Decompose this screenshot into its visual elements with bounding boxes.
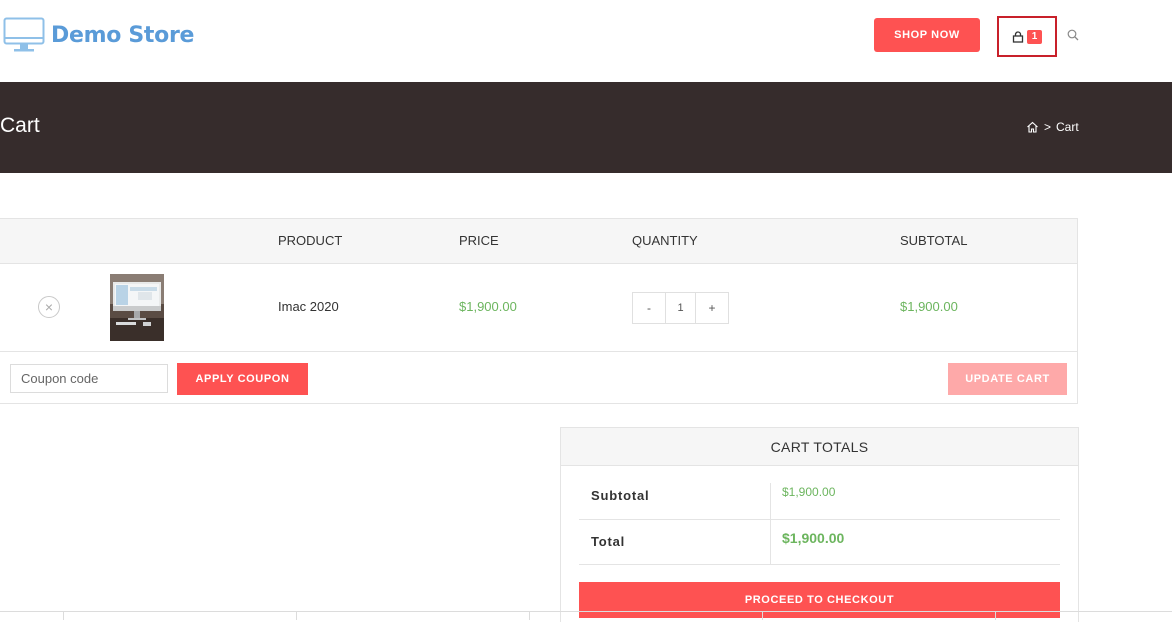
cart-count-badge: 1 [1026, 29, 1043, 44]
column-header-subtotal: SUBTOTAL [900, 233, 968, 248]
column-header-product: PRODUCT [278, 233, 343, 248]
cart-totals: CART TOTALS Subtotal $1,900.00 Total $1,… [560, 427, 1079, 622]
product-name[interactable]: Imac 2020 [278, 299, 339, 314]
divider [770, 483, 771, 519]
cart-table-header: PRODUCT PRICE QUANTITY SUBTOTAL [0, 219, 1077, 264]
product-price: $1,900.00 [459, 299, 517, 314]
footer-tick [762, 612, 763, 620]
site-logo[interactable]: Demo Store [3, 17, 194, 53]
product-subtotal: $1,900.00 [900, 299, 958, 314]
total-row: Total $1,900.00 [579, 520, 1060, 565]
quantity-increase-button[interactable]: + [696, 293, 728, 323]
quantity-input[interactable]: 1 [665, 293, 696, 323]
header-cart-button[interactable]: 1 [997, 16, 1057, 57]
remove-icon[interactable]: × [38, 296, 60, 318]
footer-tick [63, 612, 64, 620]
shopping-bag-icon [1012, 30, 1023, 43]
page-title: Cart [0, 114, 40, 137]
page-title-bar: Cart > Cart [0, 82, 1172, 173]
breadcrumb-separator: > [1044, 120, 1052, 134]
cart-totals-title: CART TOTALS [561, 428, 1078, 466]
coupon-code-input[interactable] [10, 364, 168, 393]
footer-tick [296, 612, 297, 620]
quantity-stepper: - 1 + [632, 292, 729, 324]
footer-tick [995, 612, 996, 620]
home-icon[interactable] [1026, 121, 1039, 133]
site-header: Demo Store SHOP NOW 1 [0, 0, 1172, 82]
search-icon[interactable] [1067, 29, 1079, 41]
total-label: Total [591, 534, 626, 549]
proceed-to-checkout-button[interactable]: PROCEED TO CHECKOUT [579, 582, 1060, 618]
breadcrumb-current: Cart [1056, 120, 1079, 134]
shop-now-button[interactable]: SHOP NOW [874, 18, 980, 52]
table-row: × Imac 2020 $1,900.00 - 1 + $1,900.00 [0, 264, 1077, 352]
subtotal-row: Subtotal $1,900.00 [579, 475, 1060, 520]
column-header-price: PRICE [459, 233, 499, 248]
footer-divider [0, 611, 1172, 612]
subtotal-label: Subtotal [591, 488, 650, 503]
monitor-logo-icon [3, 17, 45, 52]
apply-coupon-button[interactable]: APPLY COUPON [177, 363, 308, 395]
product-thumbnail[interactable] [110, 274, 164, 341]
update-cart-button[interactable]: UPDATE CART [948, 363, 1067, 395]
breadcrumb: > Cart [1026, 120, 1079, 134]
quantity-decrease-button[interactable]: - [633, 293, 665, 323]
footer-tick [529, 612, 530, 620]
divider [770, 520, 771, 564]
cart-table: PRODUCT PRICE QUANTITY SUBTOTAL × Imac 2… [0, 218, 1078, 404]
column-header-quantity: QUANTITY [632, 233, 698, 248]
logo-text: Demo Store [51, 22, 195, 48]
total-value: $1,900.00 [782, 530, 845, 546]
subtotal-value: $1,900.00 [782, 485, 836, 499]
cart-actions: APPLY COUPON UPDATE CART [0, 352, 1077, 404]
